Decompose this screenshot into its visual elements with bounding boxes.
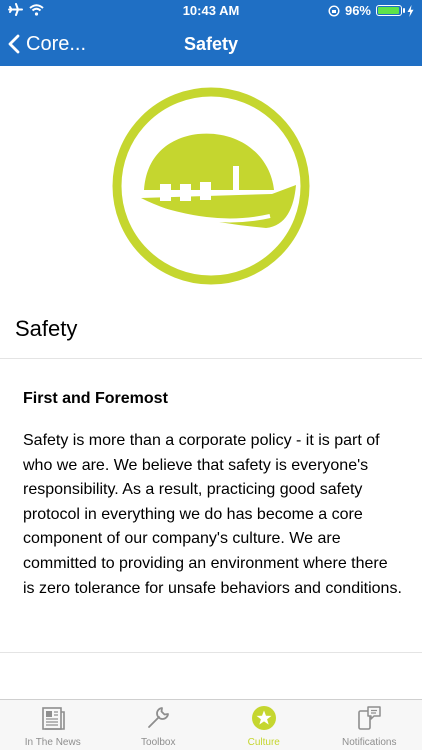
tab-label: In The News [24,737,81,748]
battery-percent: 96% [344,3,371,18]
battery-icon [376,5,405,16]
navigation-bar: Core... Safety [0,22,422,66]
tab-label: Toolbox [141,737,176,748]
status-bar: 10:43 AM 96% [0,0,422,22]
chevron-left-icon [8,34,20,54]
tab-notifications[interactable]: Notifications [317,700,422,750]
tab-label: Notifications [342,737,397,748]
divider [0,358,422,359]
star-icon [251,706,276,730]
wrench-icon [148,707,170,728]
card-body-text: Safety is more than a corporate policy -… [23,432,402,597]
charging-icon [407,4,414,17]
tab-culture[interactable]: Culture [211,700,317,750]
header: 10:43 AM 96% Core... Safety [0,0,422,66]
tab-bar: In The News Toolbox Culture Notification… [0,699,422,750]
back-label: Core... [26,32,87,55]
section-title: Safety [15,316,78,341]
notifications-icon [358,706,381,730]
card-heading: First and Foremost [23,390,168,407]
tab-label: Culture [247,737,280,748]
rotation-lock-icon [328,4,340,17]
tab-in-the-news[interactable]: In The News [0,700,106,750]
back-button[interactable]: Core... [8,22,86,66]
newspaper-icon [41,707,65,730]
divider [0,652,422,653]
tab-toolbox[interactable]: Toolbox [106,700,212,750]
hero-image [0,66,422,304]
hard-hat-icon [112,87,310,285]
status-right: 96% [328,3,414,18]
battery-fill [378,7,400,14]
